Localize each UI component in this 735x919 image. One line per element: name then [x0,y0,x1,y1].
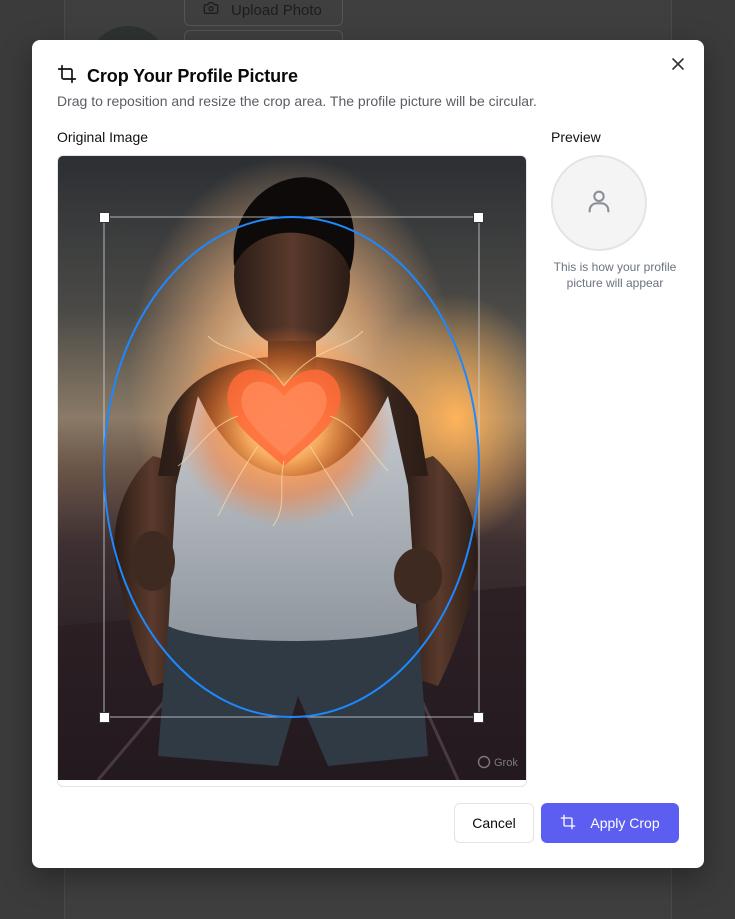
user-icon [585,187,613,220]
resize-handle-bottom-right[interactable] [473,712,484,723]
camera-icon [203,0,219,20]
background-secondary-button [184,30,343,40]
preview-avatar [551,155,647,251]
dialog-description: Drag to reposition and resize the crop a… [57,93,537,109]
crop-bounding-box[interactable] [103,216,480,718]
crop-ellipse[interactable] [103,216,480,718]
crop-overlay[interactable] [58,156,526,786]
preview-label: Preview [551,129,601,145]
apply-crop-label: Apply Crop [590,815,660,831]
apply-crop-button[interactable]: Apply Crop [541,803,679,843]
background-upload-button: Upload Photo [184,0,343,26]
resize-handle-top-left[interactable] [99,212,110,223]
preview-caption: This is how your profile picture will ap… [553,260,677,290]
crop-icon [57,64,77,89]
close-icon [671,57,685,76]
crop-canvas[interactable]: Grok [57,155,527,787]
dialog-title: Crop Your Profile Picture [87,66,298,86]
background-upload-label: Upload Photo [231,1,322,19]
crop-icon [560,814,576,833]
close-button[interactable] [669,57,687,75]
resize-handle-top-right[interactable] [473,212,484,223]
resize-handle-bottom-left[interactable] [99,712,110,723]
cancel-button[interactable]: Cancel [454,803,534,843]
dialog-header: Crop Your Profile Picture [57,64,298,89]
crop-dialog: Crop Your Profile Picture Drag to reposi… [32,40,704,868]
original-image-label: Original Image [57,129,149,145]
